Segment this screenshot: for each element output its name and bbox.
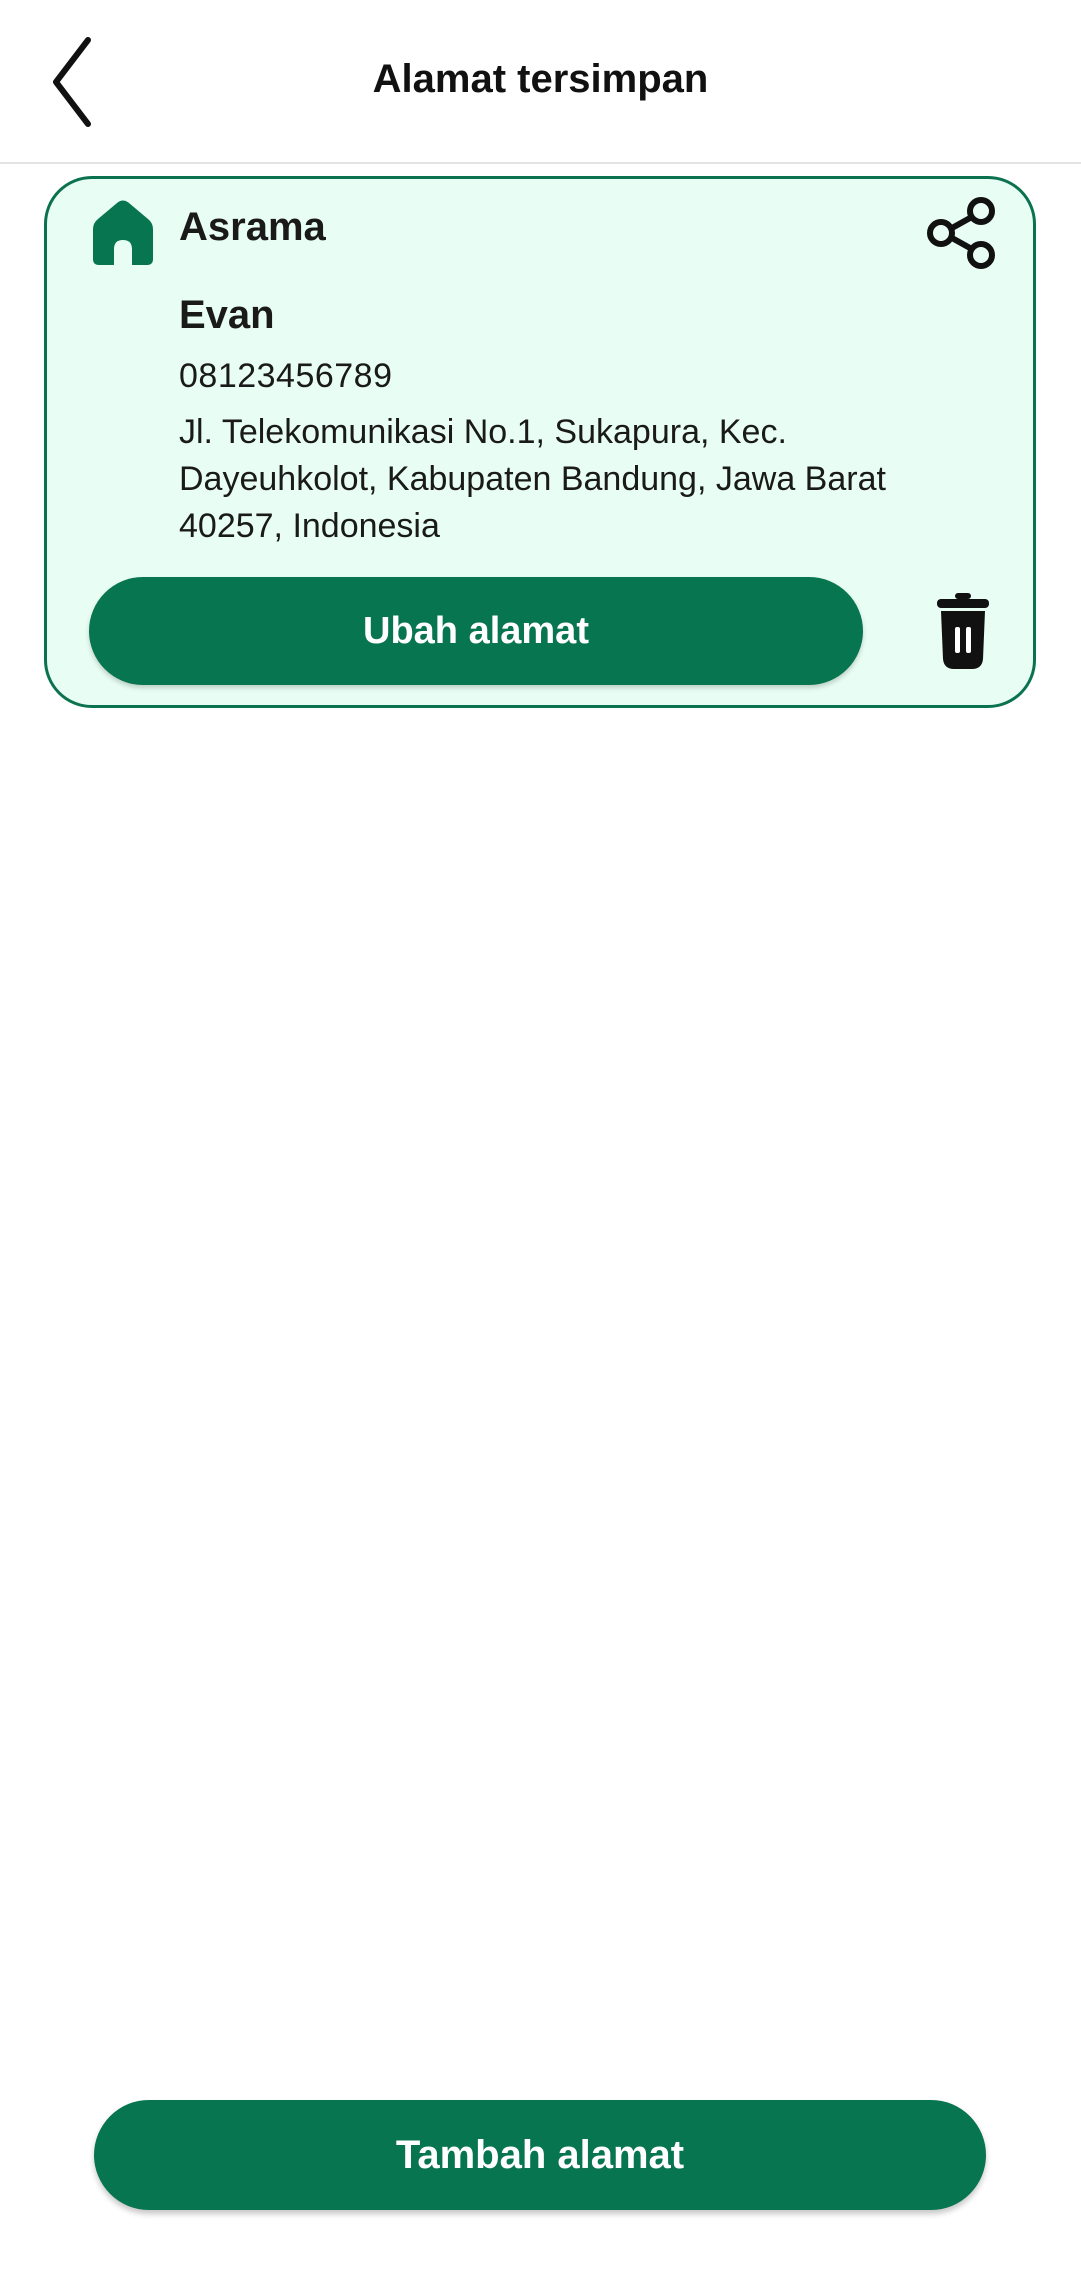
app-bar: Alamat tersimpan <box>0 0 1081 164</box>
edit-address-button[interactable]: Ubah alamat <box>89 577 863 685</box>
share-icon <box>927 197 995 269</box>
phone-number: 08123456789 <box>179 357 393 395</box>
recipient-name: Evan <box>179 293 275 337</box>
full-address: Jl. Telekomunikasi No.1, Sukapura, Kec. … <box>179 413 886 545</box>
address-card: Asrama Evan 08123456789 Jl. Telekomunika… <box>44 176 1036 708</box>
add-address-button[interactable]: Tambah alamat <box>94 2100 986 2210</box>
page-title: Alamat tersimpan <box>372 57 709 101</box>
back-button[interactable] <box>48 30 128 134</box>
delete-address-button[interactable] <box>927 591 999 671</box>
chevron-left-icon <box>53 37 91 127</box>
address-label: Asrama <box>179 205 326 249</box>
trash-icon <box>937 593 989 669</box>
share-button[interactable] <box>923 193 1003 273</box>
home-icon <box>93 200 153 265</box>
